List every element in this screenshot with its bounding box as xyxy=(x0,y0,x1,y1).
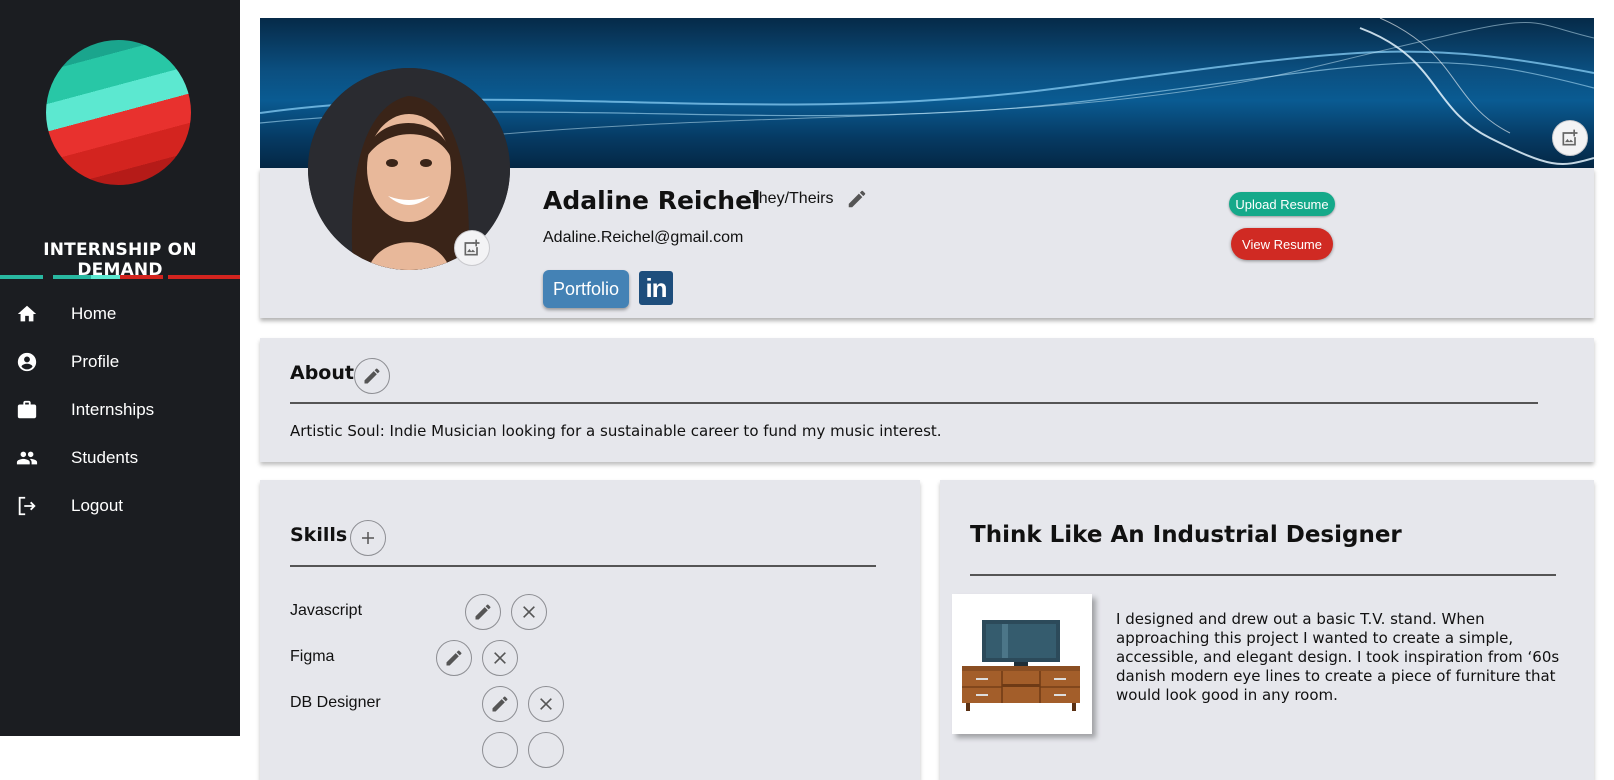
project-divider xyxy=(970,574,1556,576)
about-text: Artistic Soul: Indie Musician looking fo… xyxy=(290,422,942,440)
skills-title: Skills xyxy=(290,524,348,546)
delete-skill-button[interactable] xyxy=(482,640,518,676)
pencil-icon xyxy=(446,650,462,666)
sidebar-item-profile[interactable]: Profile xyxy=(0,338,240,386)
project-title: Think Like An Industrial Designer xyxy=(970,522,1402,548)
skill-name: DB Designer xyxy=(290,694,381,711)
brand-name: INTERNSHIP ON DEMAND xyxy=(43,240,197,280)
sidebar-item-students[interactable]: Students xyxy=(0,434,240,482)
about-title: About xyxy=(290,362,354,384)
add-photo-icon xyxy=(464,239,480,256)
pencil-icon xyxy=(848,190,866,208)
people-icon xyxy=(16,447,38,469)
add-photo-icon xyxy=(1562,129,1578,146)
project-description: I designed and drew out a basic T.V. sta… xyxy=(1116,610,1560,704)
edit-skill-button[interactable] xyxy=(482,686,518,722)
sidebar-item-internships[interactable]: Internships xyxy=(0,386,240,434)
plus-icon xyxy=(362,532,374,544)
project-image[interactable] xyxy=(952,594,1092,734)
avatar-add-photo-button[interactable] xyxy=(454,230,490,266)
pencil-icon xyxy=(475,604,491,620)
pronouns-edit-button[interactable] xyxy=(846,188,868,210)
brand-divider xyxy=(0,275,240,279)
close-icon xyxy=(540,698,552,710)
edit-skill-button[interactable] xyxy=(465,594,501,630)
sidebar-item-label: Students xyxy=(71,448,139,467)
sidebar-item-label: Logout xyxy=(71,496,123,515)
delete-skill-button[interactable] xyxy=(528,686,564,722)
sidebar-nav: Home Profile Internships Students Logout xyxy=(0,290,240,530)
banner-add-photo-button[interactable] xyxy=(1552,120,1588,156)
about-card: About Artistic Soul: Indie Musician look… xyxy=(260,338,1594,462)
linkedin-link[interactable]: in xyxy=(639,271,673,305)
skill-name: Javascript xyxy=(290,602,363,619)
profile-email: Adaline.Reichel@gmail.com xyxy=(543,229,744,246)
profile-name: Adaline Reichel xyxy=(543,186,761,215)
close-icon xyxy=(494,652,506,664)
delete-skill-button[interactable] xyxy=(528,732,564,768)
add-skill-button[interactable] xyxy=(350,520,386,556)
portfolio-button[interactable]: Portfolio xyxy=(543,270,629,308)
edit-skill-button[interactable] xyxy=(436,640,472,676)
pencil-icon xyxy=(492,696,508,712)
delete-skill-button[interactable] xyxy=(511,594,547,630)
view-resume-button[interactable]: View Resume xyxy=(1231,228,1333,260)
account-circle-icon xyxy=(16,351,38,373)
tv-stand-illustration xyxy=(962,620,1080,711)
briefcase-icon xyxy=(16,399,38,421)
logout-icon xyxy=(16,495,38,517)
sidebar-item-label: Internships xyxy=(71,400,155,419)
skill-name: Figma xyxy=(290,648,335,665)
sidebar-item-logout[interactable]: Logout xyxy=(0,482,240,530)
skills-divider xyxy=(290,565,876,567)
sidebar-item-label: Home xyxy=(71,304,117,323)
edit-skill-button[interactable] xyxy=(482,732,518,768)
profile-pronouns: They/Theirs xyxy=(749,190,834,207)
upload-resume-button[interactable]: Upload Resume xyxy=(1229,192,1335,216)
about-edit-button[interactable] xyxy=(354,358,390,394)
about-divider xyxy=(290,402,1538,404)
skills-card: Skills Javascript Figma DB Designer xyxy=(260,480,920,780)
sidebar-item-label: Profile xyxy=(71,352,120,371)
sidebar-item-home[interactable]: Home xyxy=(0,290,240,338)
close-icon xyxy=(523,606,535,618)
sidebar: INTERNSHIP ON DEMAND Home Profile Intern… xyxy=(0,0,240,736)
linkedin-icon: in xyxy=(645,272,667,303)
brand-logo xyxy=(46,40,191,185)
project-card: Think Like An Industrial Designer I desi… xyxy=(940,480,1594,780)
pencil-icon xyxy=(364,368,380,384)
home-icon xyxy=(16,303,38,325)
